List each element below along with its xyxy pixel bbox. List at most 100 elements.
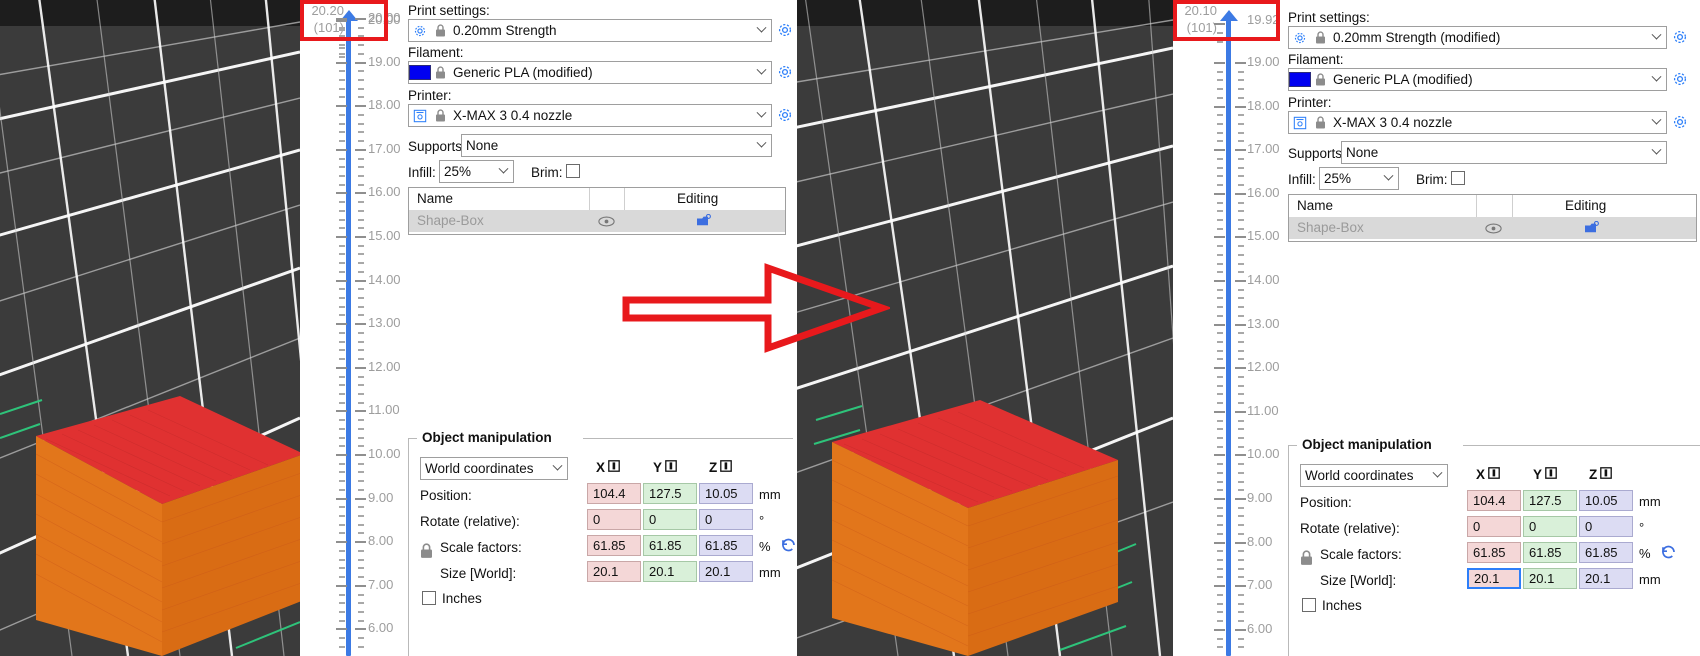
position-x-field[interactable]: 104.4 xyxy=(1467,490,1521,511)
coordinate-mode-combo[interactable]: World coordinates xyxy=(420,457,568,480)
reset-z-icon[interactable] xyxy=(720,460,732,475)
position-z-field[interactable]: 10.05 xyxy=(699,483,753,504)
filament-combo[interactable]: Generic PLA (modified) xyxy=(408,61,772,84)
slider-tick xyxy=(339,445,345,447)
coordinate-mode-combo[interactable]: World coordinates xyxy=(1300,464,1448,487)
object-name: Shape-Box xyxy=(1297,217,1364,239)
scale-x-field[interactable]: 61.85 xyxy=(587,535,641,556)
scale-z-field[interactable]: 61.85 xyxy=(699,535,753,556)
position-z-field[interactable]: 10.05 xyxy=(1579,490,1633,511)
slider-tick xyxy=(1238,638,1244,640)
reset-x-icon[interactable] xyxy=(608,460,620,475)
infill-combo[interactable]: 25% xyxy=(1319,167,1399,190)
inches-checkbox[interactable] xyxy=(1302,598,1316,612)
model-cube-preview[interactable] xyxy=(32,362,300,656)
reset-rotation-icon[interactable] xyxy=(780,536,796,556)
rotate-z-field[interactable]: 0 xyxy=(699,509,753,530)
slider-tick xyxy=(1238,515,1244,517)
lock-uniform-scale-icon[interactable] xyxy=(1300,550,1313,569)
supports-combo[interactable]: None xyxy=(1341,141,1667,164)
chevron-down-icon[interactable] xyxy=(751,135,771,156)
table-row[interactable]: Shape-Box xyxy=(409,210,785,232)
chevron-down-icon[interactable] xyxy=(1646,27,1666,48)
rotate-y-field[interactable]: 0 xyxy=(643,509,697,530)
filament-gear-button[interactable] xyxy=(777,64,794,81)
highlight-box-before xyxy=(300,0,388,41)
lock-uniform-scale-icon[interactable] xyxy=(420,543,433,562)
eye-icon[interactable] xyxy=(1485,222,1502,237)
scale-x-field[interactable]: 61.85 xyxy=(1467,542,1521,563)
position-x-field[interactable]: 104.4 xyxy=(587,483,641,504)
chevron-down-icon[interactable] xyxy=(751,62,771,83)
slider-tick xyxy=(1238,385,1244,387)
rotate-x-field[interactable]: 0 xyxy=(587,509,641,530)
brim-checkbox[interactable] xyxy=(566,164,580,178)
row-label-scale: Scale factors: xyxy=(440,540,522,555)
chevron-down-icon[interactable] xyxy=(1378,168,1398,189)
printer-combo[interactable]: X-MAX 3 0.4 nozzle xyxy=(1288,111,1667,134)
inches-checkbox[interactable] xyxy=(422,591,436,605)
object-list-before[interactable]: Name Editing Shape-Box xyxy=(408,187,786,235)
reset-y-icon[interactable] xyxy=(1545,467,1557,482)
chevron-down-icon[interactable] xyxy=(751,20,771,41)
filament-combo[interactable]: Generic PLA (modified) xyxy=(1288,68,1667,91)
brim-label: Brim: xyxy=(1416,172,1448,187)
eye-icon[interactable] xyxy=(598,215,615,230)
layer-slider-before[interactable]: 20.20 (101) 20.0019.0018.0017.0016.0015.… xyxy=(300,0,405,656)
layer-slider-after[interactable]: 20.10 (101) 19.0018.0017.0016.0015.0014.… xyxy=(1173,0,1285,656)
slider-tick xyxy=(1235,236,1246,238)
position-y-field[interactable]: 127.5 xyxy=(1523,490,1577,511)
size-x-field[interactable]: 20.1 xyxy=(587,561,641,582)
slider-tick xyxy=(1217,228,1223,230)
scale-y-field[interactable]: 61.85 xyxy=(1523,542,1577,563)
slider-tick xyxy=(1217,219,1223,221)
chevron-down-icon[interactable] xyxy=(1427,465,1447,486)
print-settings-gear-button[interactable] xyxy=(777,22,794,39)
chevron-down-icon[interactable] xyxy=(493,161,513,182)
position-y-field[interactable]: 127.5 xyxy=(643,483,697,504)
slider-tick xyxy=(1235,367,1246,369)
chevron-down-icon[interactable] xyxy=(1646,69,1666,90)
size-y-field[interactable]: 20.1 xyxy=(643,561,697,582)
print-settings-combo[interactable]: 0.20mm Strength (modified) xyxy=(1288,26,1667,49)
printer-gear-button[interactable] xyxy=(1672,114,1689,131)
scale-y-field[interactable]: 61.85 xyxy=(643,535,697,556)
editing-icon[interactable] xyxy=(696,214,711,231)
object-list-after[interactable]: Name Editing Shape-Box xyxy=(1288,194,1697,242)
slider-track[interactable] xyxy=(1226,20,1231,656)
slider-tick xyxy=(1238,576,1244,578)
viewport-3d-before[interactable] xyxy=(0,0,300,656)
filament-gear-button[interactable] xyxy=(1672,71,1689,88)
rotate-z-field[interactable]: 0 xyxy=(1579,516,1633,537)
chevron-down-icon[interactable] xyxy=(751,105,771,126)
print-settings-gear-button[interactable] xyxy=(1672,29,1689,46)
print-settings-combo[interactable]: 0.20mm Strength xyxy=(408,19,772,42)
printer-value: X-MAX 3 0.4 nozzle xyxy=(1329,115,1646,130)
printer-gear-button[interactable] xyxy=(777,107,794,124)
reset-rotation-icon[interactable] xyxy=(1660,543,1677,563)
printer-value: X-MAX 3 0.4 nozzle xyxy=(449,108,751,123)
slider-tick xyxy=(1217,550,1223,552)
reset-x-icon[interactable] xyxy=(1488,467,1500,482)
size-z-field[interactable]: 20.1 xyxy=(1579,568,1633,589)
size-y-field[interactable]: 20.1 xyxy=(1523,568,1577,589)
brim-checkbox[interactable] xyxy=(1451,171,1465,185)
editing-icon[interactable] xyxy=(1584,221,1599,238)
scale-z-field[interactable]: 61.85 xyxy=(1579,542,1633,563)
rotate-x-field[interactable]: 0 xyxy=(1467,516,1521,537)
chevron-down-icon[interactable] xyxy=(547,458,567,479)
model-cube-preview[interactable] xyxy=(828,368,1118,656)
size-z-field[interactable]: 20.1 xyxy=(699,561,753,582)
size-x-field[interactable]: 20.1 xyxy=(1467,568,1521,589)
chevron-down-icon[interactable] xyxy=(1646,112,1666,133)
chevron-down-icon[interactable] xyxy=(1646,142,1666,163)
printer-combo[interactable]: X-MAX 3 0.4 nozzle xyxy=(408,104,772,127)
supports-combo[interactable]: None xyxy=(461,134,772,157)
slider-tick xyxy=(355,541,366,543)
infill-combo[interactable]: 25% xyxy=(439,160,514,183)
reset-y-icon[interactable] xyxy=(665,460,677,475)
rotate-y-field[interactable]: 0 xyxy=(1523,516,1577,537)
position-unit: mm xyxy=(1639,494,1661,509)
reset-z-icon[interactable] xyxy=(1600,467,1612,482)
table-row[interactable]: Shape-Box xyxy=(1289,217,1696,239)
